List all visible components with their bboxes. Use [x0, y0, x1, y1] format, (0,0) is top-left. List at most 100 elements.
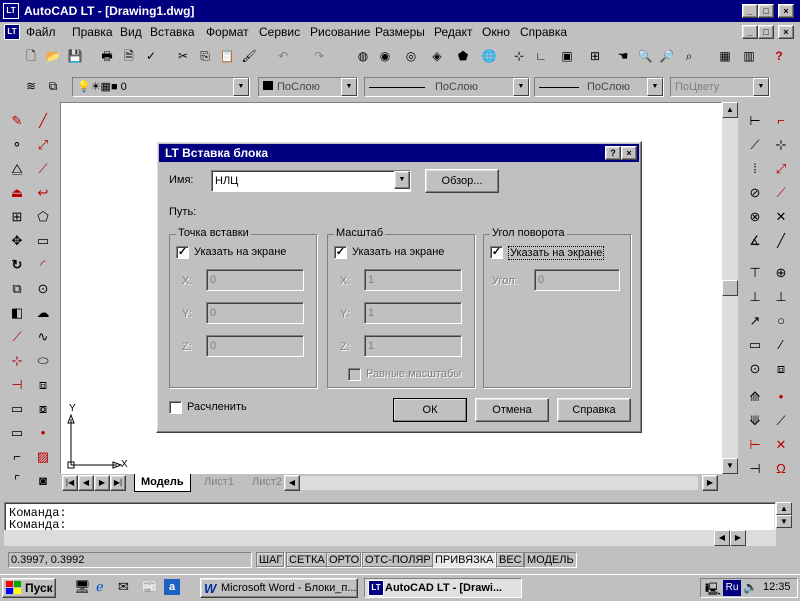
- model-toggle[interactable]: МОДЕЛЬ: [524, 552, 577, 568]
- chevron-down-icon[interactable]: ▼: [341, 78, 357, 96]
- volume-icon[interactable]: 🔈: [743, 580, 758, 594]
- point-icon[interactable]: •: [32, 422, 54, 444]
- next-tab-icon[interactable]: ▶: [94, 475, 110, 491]
- browse-web-icon[interactable]: 🌐: [478, 46, 500, 68]
- linear-dimension-icon[interactable]: ⊢: [744, 110, 766, 132]
- document-icon[interactable]: LT: [4, 24, 20, 40]
- web-icon[interactable]: ◎: [400, 46, 422, 68]
- line-icon[interactable]: ╱: [32, 110, 54, 132]
- region-icon[interactable]: ◙: [32, 470, 54, 492]
- offset-icon[interactable]: ⏏: [6, 182, 28, 204]
- start-button[interactable]: Пуск: [2, 578, 56, 598]
- window-title-bar[interactable]: LT AutoCAD LT - [Drawing1.dwg] _ □ ×: [0, 0, 800, 22]
- scale-y-input[interactable]: 1: [364, 302, 462, 324]
- tab-sheet1[interactable]: Лист1: [198, 474, 240, 492]
- preview-icon[interactable]: 🗎: [118, 46, 140, 68]
- help-icon[interactable]: ?: [768, 46, 790, 68]
- explode-checkbox[interactable]: [169, 401, 182, 414]
- doc-minimize-icon[interactable]: _: [742, 25, 758, 39]
- scale-icon[interactable]: ⧉: [6, 278, 28, 300]
- baseline-dimension-icon[interactable]: ⊤: [744, 262, 766, 284]
- menu-help[interactable]: Справка: [520, 25, 567, 39]
- scale-specify-checkbox[interactable]: ✓: [334, 246, 347, 259]
- cancel-button[interactable]: Отмена: [475, 398, 549, 422]
- zoom-window-icon[interactable]: 🔎: [656, 46, 678, 68]
- extension-snap-icon[interactable]: ✕: [770, 206, 792, 228]
- publish-icon[interactable]: ◈: [426, 46, 448, 68]
- uniform-scale-checkbox[interactable]: [348, 368, 361, 381]
- dialog-help-icon[interactable]: ?: [605, 146, 621, 160]
- menu-view[interactable]: Вид: [120, 25, 142, 39]
- print-icon[interactable]: 🖶: [96, 46, 118, 68]
- access-icon[interactable]: a: [164, 579, 180, 595]
- node-snap-icon[interactable]: •: [770, 386, 792, 408]
- chevron-down-icon[interactable]: ▼: [394, 171, 410, 189]
- task-word[interactable]: W Microsoft Word - Блоки_п...: [200, 578, 358, 598]
- rectangle-icon[interactable]: ▭: [32, 230, 54, 252]
- tab-sheet2[interactable]: Лист2: [246, 474, 288, 492]
- none-snap-icon[interactable]: ✕: [770, 434, 792, 456]
- make-block-icon[interactable]: ⧇: [32, 398, 54, 420]
- layers-icon[interactable]: ≋: [20, 76, 42, 98]
- task-autocad[interactable]: LT AutoCAD LT - [Drawi...: [364, 578, 522, 598]
- break-at-point-icon[interactable]: ▭: [6, 422, 28, 444]
- last-tab-icon[interactable]: ▶|: [110, 475, 126, 491]
- ray-icon[interactable]: ⤢: [32, 134, 54, 156]
- center-snap-icon[interactable]: ╱: [770, 230, 792, 252]
- rotation-angle-input[interactable]: 0: [534, 269, 620, 291]
- copy-object-icon[interactable]: ⚬: [6, 134, 28, 156]
- redraw-icon[interactable]: ◍: [352, 46, 374, 68]
- revcloud-icon[interactable]: ☁: [32, 302, 54, 324]
- polar-toggle[interactable]: ОТС-ПОЛЯР: [362, 552, 434, 568]
- menu-modify[interactable]: Редакт: [434, 25, 472, 39]
- diameter-dimension-icon[interactable]: ⊗: [744, 206, 766, 228]
- command-scroll-down-icon[interactable]: ▼: [776, 515, 792, 528]
- fillet-icon[interactable]: ⌜: [6, 470, 28, 492]
- lineweight-combo[interactable]: ПоСлою ▼: [534, 77, 664, 97]
- aligned-dimension-icon[interactable]: ⟋: [744, 134, 766, 156]
- minimize-icon[interactable]: _: [742, 4, 758, 18]
- tray-app-icon[interactable]: 🖳: [705, 580, 721, 601]
- menu-draw[interactable]: Рисование: [310, 25, 370, 39]
- array-icon[interactable]: ⊞: [6, 206, 28, 228]
- command-scroll-up-icon[interactable]: ▲: [776, 502, 792, 515]
- spline-icon[interactable]: ∿: [32, 326, 54, 348]
- aerial-view-icon[interactable]: ◉: [374, 46, 396, 68]
- command-scrollbar[interactable]: ▲ ▼: [776, 502, 792, 528]
- make-current-layer-icon[interactable]: ⧉: [42, 76, 64, 98]
- grid-toggle[interactable]: СЕТКА: [286, 552, 328, 568]
- menu-file[interactable]: Файл: [26, 25, 56, 39]
- help-button[interactable]: Справка: [557, 398, 631, 422]
- pan-icon[interactable]: ☚: [612, 46, 634, 68]
- command-scroll-left-icon[interactable]: ◀: [714, 530, 730, 546]
- maximize-icon[interactable]: □: [758, 4, 774, 18]
- angular-dimension-icon[interactable]: ∡: [744, 230, 766, 252]
- ie-icon[interactable]: ℯ: [96, 579, 104, 595]
- outlook-icon[interactable]: ✉: [118, 579, 129, 595]
- lineweight-toggle[interactable]: ВЕС: [496, 552, 525, 568]
- hatch-icon[interactable]: ▨: [32, 446, 54, 468]
- menu-insert[interactable]: Вставка: [150, 25, 195, 39]
- channels-icon[interactable]: 📰: [142, 579, 158, 595]
- arc-poly-icon[interactable]: ↩: [32, 182, 54, 204]
- continue-dimension-icon[interactable]: ⊥: [744, 286, 766, 308]
- menu-tools[interactable]: Сервис: [259, 25, 300, 39]
- plotstyle-combo[interactable]: ПоЦвету ▼: [670, 77, 770, 97]
- lengthen-icon[interactable]: ⟋: [6, 326, 28, 348]
- ucs-icon[interactable]: ∟: [530, 46, 552, 68]
- chevron-down-icon[interactable]: ▼: [513, 78, 529, 96]
- close-icon[interactable]: ×: [778, 4, 794, 18]
- menu-format[interactable]: Формат: [206, 25, 249, 39]
- cut-icon[interactable]: ✂: [172, 46, 194, 68]
- scale-x-input[interactable]: 1: [364, 269, 462, 291]
- insert-snap-icon[interactable]: ⧈: [770, 358, 792, 380]
- ellipse-icon[interactable]: ⬭: [32, 350, 54, 372]
- color-combo[interactable]: ПоСлою ▼: [258, 77, 358, 97]
- dimension-style-icon[interactable]: ⊣: [744, 458, 766, 480]
- polygon-icon[interactable]: ⬠: [32, 206, 54, 228]
- scroll-thumb[interactable]: [722, 280, 738, 296]
- insertion-specify-checkbox[interactable]: ✓: [176, 246, 189, 259]
- scale-z-input[interactable]: 1: [364, 335, 462, 357]
- endpoint-snap-icon[interactable]: ⌐: [770, 110, 792, 132]
- dimension-update-icon[interactable]: ⊢: [744, 434, 766, 456]
